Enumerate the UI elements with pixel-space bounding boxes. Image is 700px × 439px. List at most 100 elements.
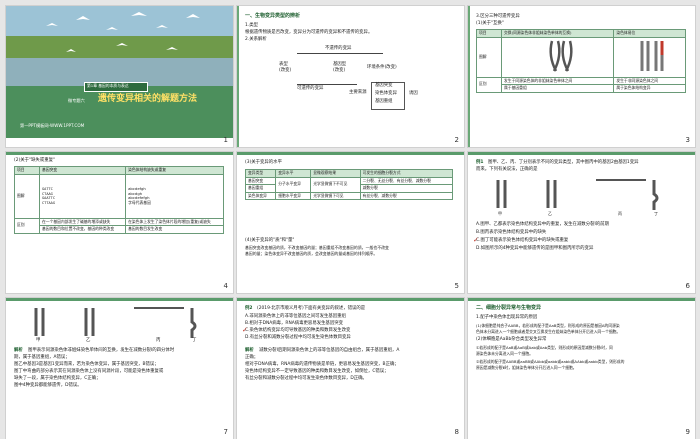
table-cell: 有丝分裂、减数分裂 (359, 191, 454, 201)
slide-thumbnail-9[interactable]: 二、细胞分裂异常与生物变异 1.配子中染色体出现异常的原因 (1)体细胞是纯合子… (468, 298, 695, 439)
figure-label: 乙 (548, 210, 552, 216)
table-cell: 区别 (476, 76, 502, 93)
table-cell: 区别 (14, 217, 40, 234)
table-cell: 项目 (476, 29, 502, 38)
diagram-label: 染色体变异 (375, 91, 397, 96)
table-cell: 基因突变 (244, 176, 277, 186)
diagram-label: 不遗传的变异 (325, 46, 352, 51)
table-cell: 染色体变异 (244, 191, 277, 201)
slide-number: 1 (223, 136, 228, 144)
slide-top-bar (6, 298, 233, 301)
slide-number: 6 (685, 282, 690, 290)
table-cell: 基因重组 (244, 184, 277, 193)
text-line: (2)体细胞是AaBb杂合类型发生异常 (476, 337, 547, 342)
slide-heading: 3.区分三种可遗传变异 (476, 14, 520, 19)
figure-label: 丙 (156, 338, 161, 343)
slide-number: 8 (454, 428, 459, 436)
slide-heading: (2)关于"缺失或重复" (14, 158, 55, 163)
text-line: 色体未分离进入一个细胞或者是交叉互换发生在姐妹染色单体分开后进入同一个细胞。 (476, 329, 621, 334)
table-cell: 二分裂、无丝分裂、有丝分裂、减数分裂 (359, 176, 454, 186)
table-cell: 光学显微镜下可见 (310, 191, 361, 201)
section-label: 微专题六 (68, 98, 85, 103)
table-cell: 发生于非同源染色体之间 (613, 76, 686, 86)
table-cell: 发生于同源染色体的非姐妹染色单体之间 (500, 76, 615, 86)
figure-label: 乙 (86, 338, 91, 343)
figure-label: 甲 (498, 211, 502, 216)
question-text: 图甲、乙、丙、丁分别表示不同的变异类型，其中图丙中的基因2由基因1变异 (488, 160, 639, 165)
slide-thumbnail-8[interactable]: 例2 (2019·北京市顺义月考)下面有关变异的叙述，错误的是 A.非同源染色体… (237, 298, 464, 439)
figure-label: 丁 (654, 211, 658, 216)
option-d: D.有丝分裂和减数分裂过程中均可发生染色体数目变异 (245, 335, 351, 340)
comparison-table: 项目 基因突变 染色体结构缺失或重复 图解 GATTC CTAAG GAATTC C… (14, 166, 224, 234)
figure-label: 丙 (618, 211, 622, 216)
option-c: C.染色体结构变异均可导致基因的种类和数目发生改变 (245, 328, 351, 333)
analysis-text: 图甲表示同源染色体非姐妹染色单体间的互换，发生在减数分裂Ⅰ的四分体时 (28, 348, 175, 353)
slide-heading: (3)关于变异的水平 (245, 160, 282, 165)
analysis-text: 缺失了一段，属于染色体结构变异，C正确； (14, 376, 101, 381)
slide-top-bar (237, 298, 464, 301)
table-cell: 属于染色体结构变异 (613, 84, 686, 93)
slide-thumbnail-3[interactable]: 3.区分三种可遗传变异 (1)关于"互换" 项目 交换(同源染色体非姐妹染色单体的… (468, 6, 695, 147)
option-b: B.相对于DNA病毒，RNA病毒更容易发生基因突变 (245, 321, 344, 326)
slide-thumbnail-6[interactable]: 例1 图甲、乙、丙、丁分别表示不同的变异类型，其中图丙中的基因2由基因1变异 而… (468, 152, 695, 293)
text-line: 原因是减数分裂Ⅱ时，姐妹染色单体分开后进入同一个细胞。 (476, 365, 577, 370)
slide-top-bar (468, 298, 695, 301)
slide-thumbnail-2[interactable]: 一、生物变异类型的辨析 1.类型 根据遗传物质是否改变，变异分为可遗传的变异和不… (237, 6, 464, 147)
table-cell: 图解 (14, 173, 40, 219)
analysis-text: 减数分裂Ⅰ后期同源染色体上的非等位基因的自由组合，属于基因重组，A (259, 348, 400, 353)
table-cell: 显微观察结果 (310, 169, 361, 178)
cover-footer: 第一PPT模板网-WWW.1PPT.COM (20, 123, 85, 128)
analysis-text: 有丝分裂和减数分裂过程中均可发生染色体数目变异，D正确。 (245, 376, 367, 381)
diagram-line (297, 53, 383, 54)
diagram-label: 环境条件(改变) (367, 65, 397, 70)
example-label: 例1 (476, 160, 484, 165)
table-cell: 基因突变 (38, 166, 127, 175)
slide-top-bar (468, 152, 695, 155)
slide-number: 3 (685, 136, 690, 144)
diagram-label: (改变) (333, 68, 346, 73)
option-a: A.图甲、乙都表示染色体结构变异中的重复，发生在减数分裂Ⅰ的前期 (476, 222, 609, 227)
analysis-label: 解析 (245, 348, 254, 353)
cover-lake-image (6, 6, 233, 86)
diagram-label: 可遗传的变异 (297, 86, 324, 91)
table-cell: 交换(同源染色体非姐妹染色单体的互换) (500, 29, 615, 38)
figure-label: 甲 (36, 338, 41, 343)
figure-label: 丁 (192, 338, 197, 343)
text-line: (1)体细胞是纯合子AABB，若形成的配子是AaB类型，则形成的原因是基因A的同… (476, 323, 620, 328)
slide-thumbnail-4[interactable]: (2)关于"缺失或重复" 项目 基因突变 染色体结构缺失或重复 图解 GATTC C… (6, 152, 233, 293)
diagram-label: 主要来源 (349, 90, 367, 95)
diagram-label: 表型 (279, 62, 288, 67)
slide-number: 7 (223, 428, 228, 436)
cover-bottom-bar (6, 138, 233, 147)
analysis-text: 图乙中基因3是基因1变异而来，若为染色体变异，属于基因突变，B错误； (14, 362, 159, 367)
slide-thumbnail-1[interactable]: 第1章 基因的本质与表达 微专题六 遗传变异相关的解题方法 第一PPT模板网-W… (6, 6, 233, 147)
slide-heading: 一、生物变异类型的辨析 (245, 13, 301, 19)
analysis-text: 相对于DNA病毒，RNA病毒的遗传物质是单链，更容易发生基因突变，B正确； (245, 362, 399, 367)
slide-thumbnail-7[interactable]: 甲 乙 丙 丁 解析 图甲表示同源染色体非姐妹染色单体间的互换，发生在减数分裂Ⅰ… (6, 298, 233, 439)
crossover-chromosome-figure (549, 40, 573, 72)
diagram-label: 基因型 (333, 62, 347, 67)
slide-top-bar (6, 152, 233, 155)
text-line: 1.类型 (245, 23, 258, 28)
question-text: (2019·北京市顺义月考)下面有关变异的叙述，错误的是 (257, 306, 366, 311)
diagram-label: 基因重组 (375, 99, 393, 104)
table-cell: 分子水平变异 (275, 176, 312, 193)
comparison-table: 项目 交换(同源染色体非姐妹染色单体的互换) 染色体易位 图解 区别 发生于同源染色体… (476, 29, 686, 93)
answer-check-icon: ✓ (242, 326, 248, 334)
cover-title: 遗传变异相关的解题方法 (98, 94, 198, 104)
option-d: D.如图所示的4种变异中能够遗传的是图甲和图丙所示的变异 (476, 246, 594, 251)
analysis-text: 染色体结构变异不一定导致基因的种类和数目发生改变，如倒位，C错误； (245, 369, 389, 374)
slide-thumbnail-5[interactable]: (3)关于变异的水平 变异类型 变异水平 显微观察结果 可发生的细胞分裂方式 基因突变… (237, 152, 464, 293)
analysis-text: 期，属于基因重组，A错误； (14, 355, 70, 360)
table-cell: 染色体易位 (613, 29, 686, 38)
variation-level-table: 变异类型 变异水平 显微观察结果 可发生的细胞分裂方式 基因突变 分子水平变异 光学显微镜… (244, 169, 454, 201)
slide-number: 4 (223, 282, 228, 290)
variation-figures: 甲 乙 丙 丁 (496, 179, 659, 216)
table-cell: 变异类型 (244, 169, 277, 178)
slide-number: 2 (454, 136, 459, 144)
figure-legend: 字母代表基因 (128, 199, 151, 205)
analysis-text: 图中4种变异都能够遗传，D错误。 (14, 383, 82, 388)
option-c: C.图丁可能表示染色体结构变异中的缺失或重复 (476, 238, 569, 243)
slide-left-bar (237, 6, 239, 147)
option-a: A.非同源染色体上的非等位基因之间可发生基因重组 (245, 314, 346, 319)
